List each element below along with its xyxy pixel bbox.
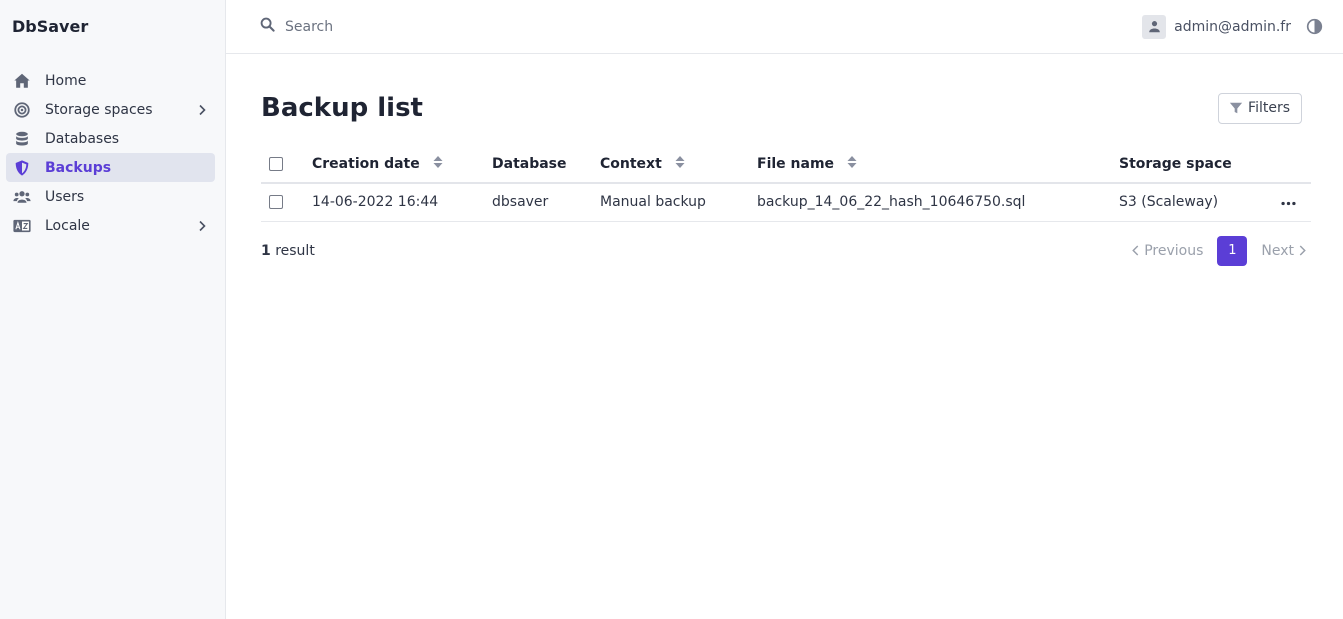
- sidebar-item-backups[interactable]: Backups: [6, 153, 215, 182]
- sidebar-item-label: Locale: [45, 217, 90, 234]
- sidebar-item-label: Storage spaces: [45, 101, 153, 118]
- search-bar: [260, 17, 1142, 36]
- sidebar-item-label: Users: [45, 188, 85, 205]
- sidebar-item-storage-spaces[interactable]: Storage spaces: [6, 95, 215, 124]
- filters-button[interactable]: Filters: [1218, 92, 1302, 124]
- sidebar-item-label: Backups: [45, 159, 112, 176]
- table-footer: 1 result Previous 1 Next: [261, 222, 1311, 280]
- header-database: Database: [492, 145, 600, 184]
- chevron-left-icon: [1132, 245, 1139, 256]
- previous-label: Previous: [1144, 242, 1204, 259]
- cell-context: Manual backup: [600, 183, 757, 222]
- header-file-name[interactable]: File name: [757, 145, 1119, 184]
- page-title: Backup list: [261, 93, 423, 123]
- sort-icon[interactable]: [847, 155, 857, 173]
- header-creation-date[interactable]: Creation date: [312, 145, 492, 184]
- target-icon: [12, 100, 32, 120]
- more-actions-icon[interactable]: [1280, 201, 1297, 206]
- header-storage-space: Storage space: [1119, 145, 1269, 184]
- sidebar-nav: Home Storage spaces Databases Backups Us…: [0, 52, 225, 240]
- database-icon: [12, 129, 32, 149]
- row-select-cell: [261, 183, 312, 222]
- backup-table: Creation date Database Context File name…: [261, 145, 1311, 222]
- previous-page-link[interactable]: Previous: [1127, 243, 1203, 259]
- cell-file-name: backup_14_06_22_hash_10646750.sql: [757, 183, 1119, 222]
- search-icon[interactable]: [260, 17, 275, 36]
- cell-creation-date: 14-06-2022 16:44: [312, 183, 492, 222]
- sidebar-item-databases[interactable]: Databases: [6, 124, 215, 153]
- result-count: 1 result: [261, 243, 315, 259]
- users-icon: [12, 187, 32, 207]
- user-menu[interactable]: admin@admin.fr: [1142, 14, 1323, 39]
- cell-actions: [1269, 183, 1311, 222]
- result-count-number: 1: [261, 242, 271, 259]
- select-all-checkbox[interactable]: [269, 156, 283, 171]
- topbar: admin@admin.fr: [226, 0, 1343, 54]
- content: Backup list Filters Creation date Databa…: [226, 54, 1343, 280]
- cell-storage-space: S3 (Scaleway): [1119, 183, 1269, 222]
- app: DbSaver Home Storage spaces Databases Ba…: [0, 0, 1343, 619]
- page-number-current[interactable]: 1: [1217, 235, 1248, 266]
- chevron-right-icon[interactable]: [195, 103, 209, 117]
- header-label: Context: [600, 155, 662, 172]
- main-area: admin@admin.fr Backup list Filters: [226, 0, 1343, 619]
- next-page-link[interactable]: Next: [1261, 243, 1311, 259]
- header-label: Storage space: [1119, 155, 1232, 172]
- header-context[interactable]: Context: [600, 145, 757, 184]
- sidebar: DbSaver Home Storage spaces Databases Ba…: [0, 0, 226, 619]
- sort-icon[interactable]: [433, 155, 443, 173]
- sidebar-item-label: Home: [45, 72, 87, 89]
- avatar[interactable]: [1142, 14, 1167, 39]
- shield-icon: [12, 158, 32, 178]
- header-label: File name: [757, 155, 835, 172]
- filters-label: Filters: [1248, 100, 1290, 116]
- chevron-right-icon: [1299, 245, 1306, 256]
- next-label: Next: [1261, 242, 1294, 259]
- header-select-cell: [261, 145, 312, 184]
- header-label: Creation date: [312, 155, 420, 172]
- result-count-label: result: [270, 242, 315, 259]
- home-icon: [12, 71, 32, 91]
- table-header-row: Creation date Database Context File name…: [261, 145, 1311, 184]
- row-checkbox[interactable]: [269, 195, 283, 210]
- title-row: Backup list Filters: [261, 90, 1312, 126]
- sidebar-item-home[interactable]: Home: [6, 66, 215, 95]
- sidebar-item-users[interactable]: Users: [6, 182, 215, 211]
- app-brand[interactable]: DbSaver: [0, 0, 225, 52]
- header-actions: [1269, 145, 1311, 184]
- sidebar-item-locale[interactable]: Locale: [6, 211, 215, 240]
- sort-icon[interactable]: [675, 155, 685, 173]
- header-label: Database: [492, 155, 567, 172]
- sidebar-item-label: Databases: [45, 130, 120, 147]
- language-icon: [12, 216, 32, 236]
- user-email[interactable]: admin@admin.fr: [1174, 19, 1291, 35]
- pagination: Previous 1 Next: [1127, 235, 1311, 266]
- search-input[interactable]: [285, 18, 585, 35]
- filter-icon: [1229, 102, 1243, 114]
- cell-database: dbsaver: [492, 183, 600, 222]
- contrast-icon[interactable]: [1305, 18, 1323, 36]
- table-row[interactable]: 14-06-2022 16:44 dbsaver Manual backup b…: [261, 183, 1311, 222]
- chevron-right-icon[interactable]: [195, 219, 209, 233]
